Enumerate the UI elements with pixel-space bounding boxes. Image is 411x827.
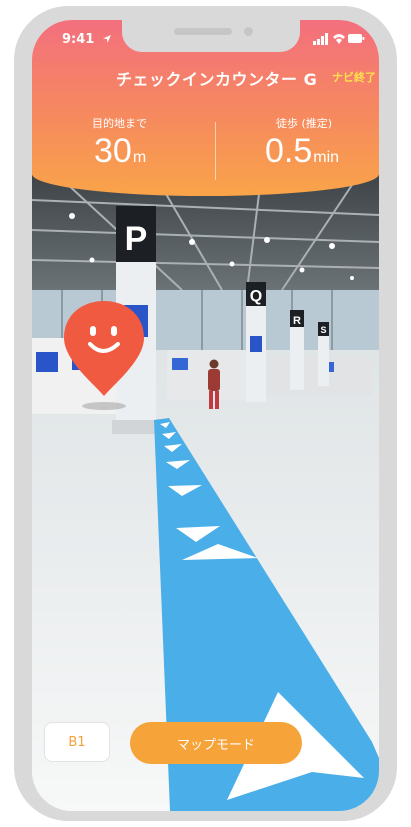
status-icons <box>313 33 365 45</box>
distance-value: 30 <box>94 132 132 170</box>
status-time: 9:41 <box>62 32 95 47</box>
distance-unit: m <box>132 149 147 166</box>
walk-time-unit: min <box>313 149 340 166</box>
speaker-grille <box>174 28 232 35</box>
signal-icon <box>313 33 328 45</box>
wifi-icon <box>333 34 345 44</box>
sign-p: P <box>125 220 148 258</box>
phone-screen: P Q R S 9:41 チェックインカウンター G ナビ終了 目的地まで 30… <box>32 20 379 811</box>
sign-s: S <box>320 325 326 335</box>
sign-r: R <box>293 315 301 327</box>
pillar-s: S <box>318 322 329 386</box>
sign-q: Q <box>250 288 262 305</box>
map-mode-button[interactable]: マップモード <box>130 722 302 764</box>
distance-label: 目的地まで <box>92 117 147 130</box>
pillar-r: R <box>290 310 304 390</box>
walk-time-value: 0.5 <box>265 132 313 170</box>
device-notch <box>122 20 300 52</box>
pillar-q: Q <box>246 282 266 402</box>
header-divider <box>215 122 216 180</box>
end-navigation-button[interactable]: ナビ終了 <box>332 69 376 85</box>
walk-time-label: 徒歩 (推定) <box>276 117 333 130</box>
walk-time-readout: 0.5min <box>265 132 339 171</box>
battery-icon <box>348 34 365 43</box>
location-arrow-icon <box>103 35 111 43</box>
destination-title: チェックインカウンター G <box>116 70 318 89</box>
floor-selector-button[interactable]: B1 <box>44 722 110 762</box>
distance-readout: 30m <box>94 132 146 171</box>
front-camera <box>244 27 253 36</box>
